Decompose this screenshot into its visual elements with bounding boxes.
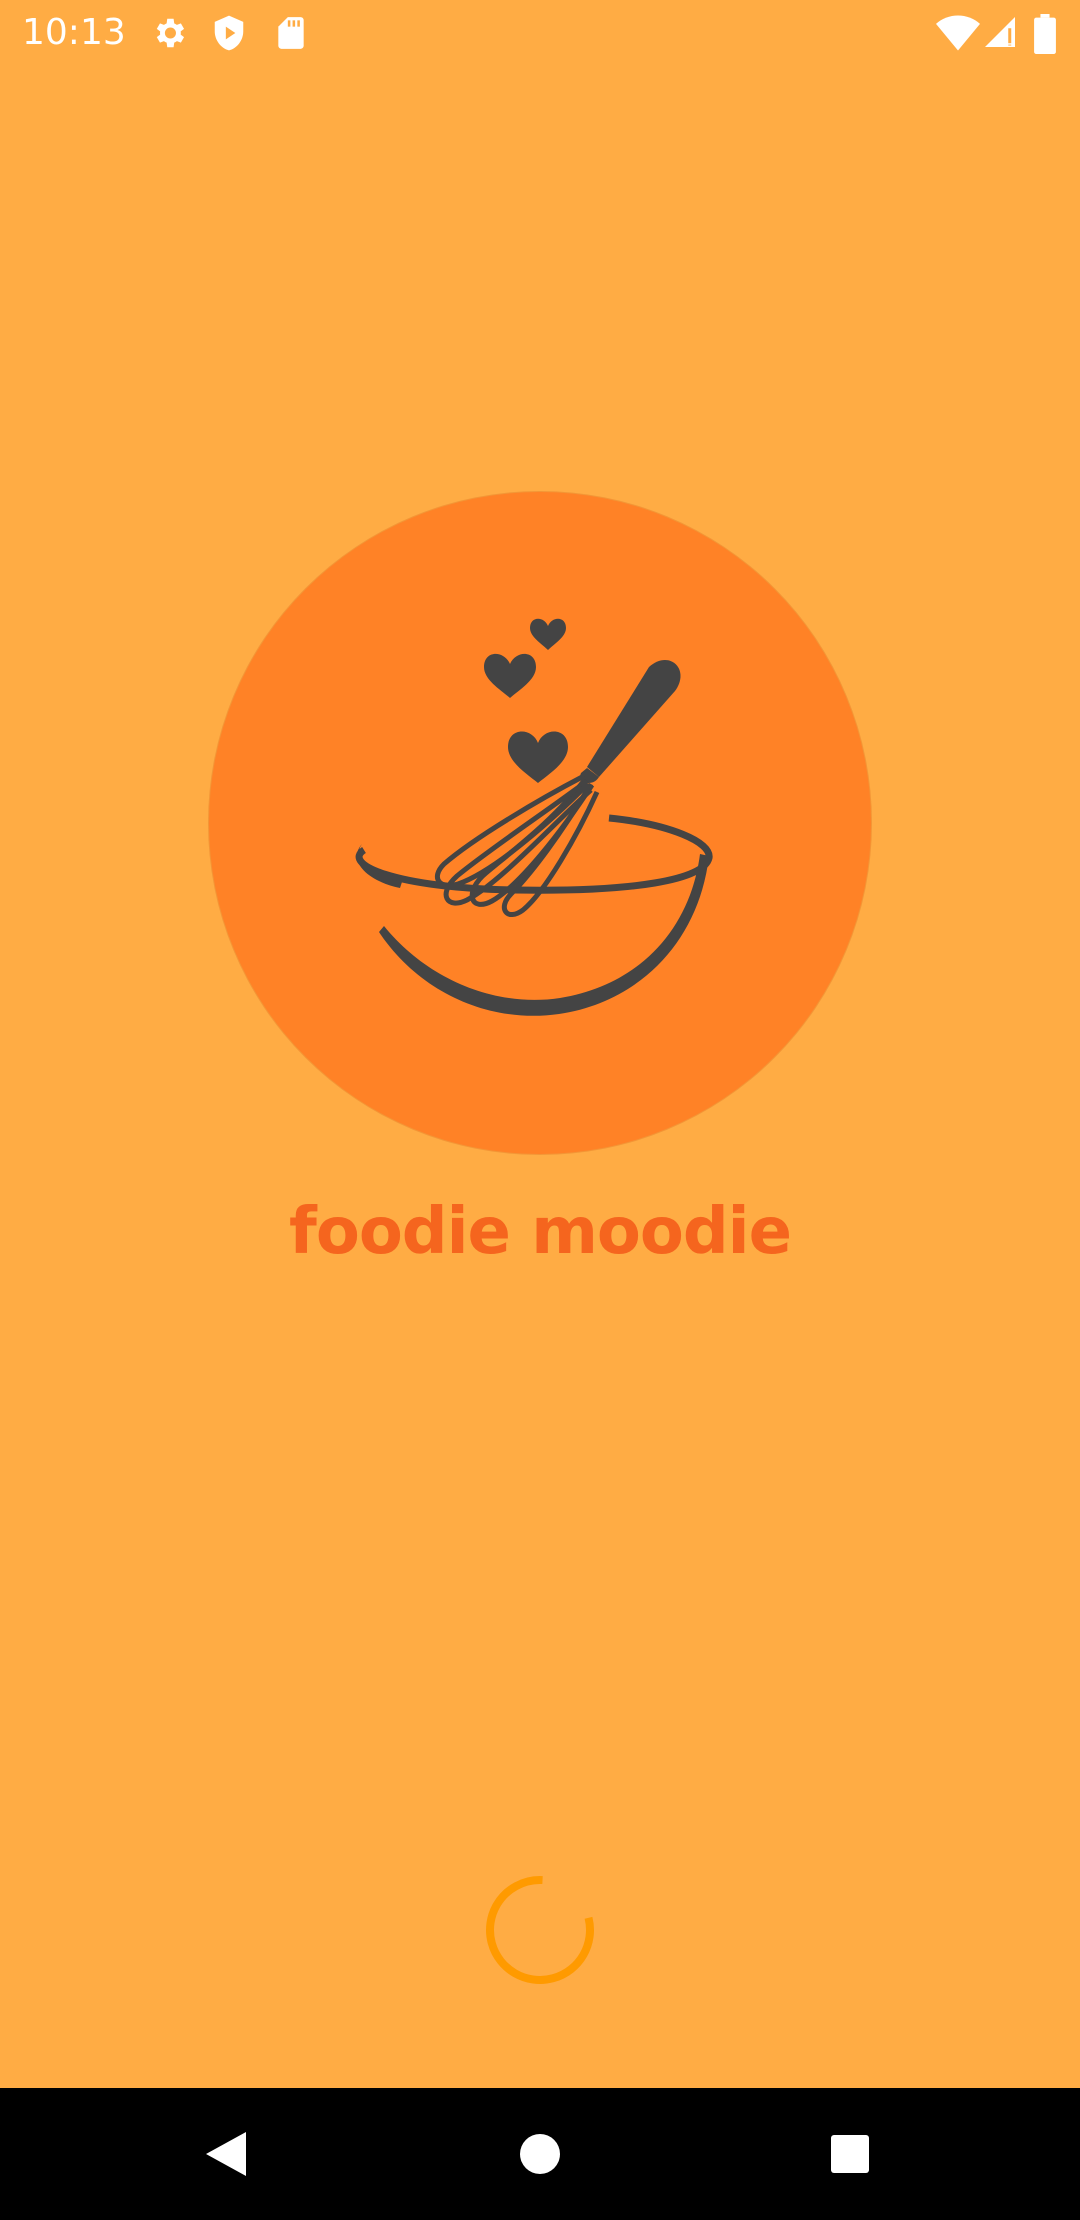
- cellular-signal-icon: [982, 14, 1018, 50]
- battery-icon: [1034, 14, 1056, 54]
- loading-spinner: [484, 1874, 596, 1986]
- splash-screen: foodie moodie: [0, 66, 1080, 2088]
- wifi-icon: [936, 14, 980, 54]
- whisk-bowl-hearts-logo: [355, 618, 713, 1016]
- navigation-bar: [0, 2088, 1080, 2220]
- app-logo: [209, 492, 871, 1154]
- app-name: foodie moodie: [289, 1195, 792, 1269]
- recents-button[interactable]: [810, 2114, 890, 2194]
- status-time: 10:13: [22, 12, 126, 53]
- status-bar: 10:13: [0, 0, 1080, 66]
- settings-icon: [150, 14, 188, 52]
- recents-icon: [831, 2135, 869, 2173]
- back-icon: [206, 2132, 246, 2176]
- whisk-icon: [435, 660, 681, 917]
- back-button[interactable]: [186, 2114, 266, 2194]
- hearts-icon: [484, 618, 568, 783]
- home-button[interactable]: [500, 2114, 580, 2194]
- home-icon: [520, 2134, 560, 2174]
- shield-icon: [210, 14, 248, 52]
- sd-card-icon: [272, 14, 310, 52]
